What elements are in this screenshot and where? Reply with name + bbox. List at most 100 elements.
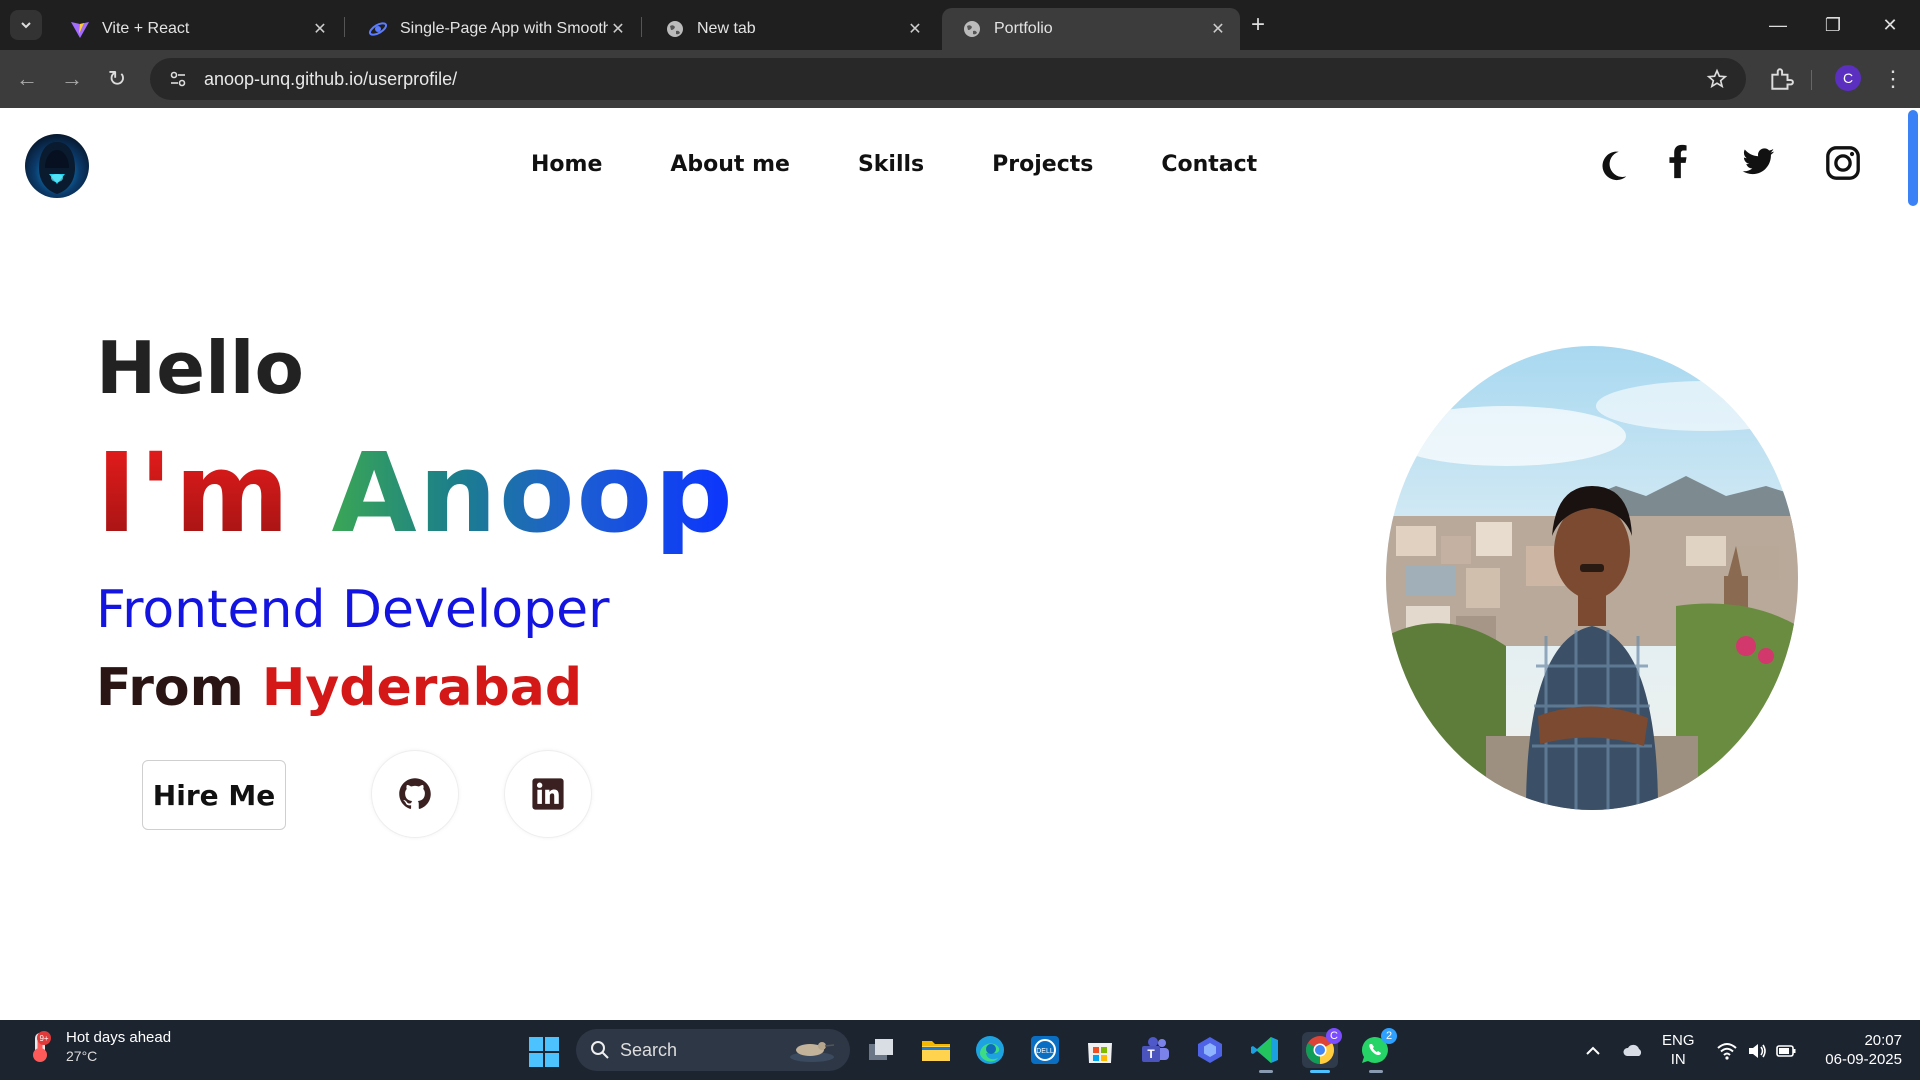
hero-im-text: I'm: [96, 429, 292, 557]
tab-vite-react[interactable]: Vite + React ✕: [50, 8, 342, 50]
whatsapp-badge: 2: [1381, 1028, 1397, 1044]
tab-separator: [641, 17, 642, 37]
tab-search-dropdown[interactable]: [10, 10, 42, 40]
bookmark-star-icon[interactable]: [1706, 68, 1728, 90]
language-indicator[interactable]: ENG IN: [1662, 1031, 1695, 1069]
page-scrollbar[interactable]: [1906, 108, 1920, 1020]
task-view-app[interactable]: [863, 1032, 899, 1068]
globe-icon: [962, 19, 982, 39]
hero-location: From Hyderabad: [96, 658, 582, 718]
nav-contact[interactable]: Contact: [1161, 152, 1257, 177]
tab-title: Portfolio: [994, 20, 1053, 37]
moon-icon[interactable]: [1594, 146, 1632, 184]
site-logo[interactable]: [25, 134, 89, 198]
close-icon[interactable]: ✕: [310, 19, 330, 39]
hero-city: Hyderabad: [261, 658, 583, 718]
vite-icon: [70, 19, 90, 39]
task-view-icon: [869, 1039, 893, 1060]
hire-me-button[interactable]: Hire Me: [142, 760, 286, 830]
search-icon: [591, 1041, 609, 1059]
running-indicator: [1369, 1070, 1383, 1073]
scrollbar-thumb[interactable]: [1908, 110, 1918, 206]
main-nav: Home About me Skills Projects Contact: [531, 152, 1257, 177]
teams-app[interactable]: T: [1137, 1032, 1173, 1068]
clock-time: 20:07: [1864, 1032, 1902, 1049]
restore-button[interactable]: ❐: [1818, 10, 1848, 40]
language-region: IN: [1670, 1051, 1686, 1068]
facebook-icon[interactable]: [1659, 142, 1697, 180]
edge-app[interactable]: [972, 1032, 1008, 1068]
tab-single-page-app[interactable]: Single-Page App with Smooth N ✕: [348, 8, 640, 50]
dell-app[interactable]: DELL: [1027, 1032, 1063, 1068]
minimize-button[interactable]: —: [1763, 10, 1793, 40]
site-info-icon[interactable]: [166, 67, 190, 91]
wifi-icon[interactable]: [1716, 1040, 1738, 1062]
show-hidden-icons-icon[interactable]: [1582, 1040, 1604, 1062]
reload-button[interactable]: ↻: [102, 64, 132, 94]
close-icon[interactable]: ✕: [1208, 19, 1228, 39]
github-link[interactable]: [371, 750, 459, 838]
globe-icon: [665, 19, 685, 39]
chrome-profile-badge: C: [1326, 1028, 1342, 1044]
clock[interactable]: 20:07 06-09-2025: [1812, 1031, 1902, 1069]
chrome-app[interactable]: C: [1302, 1028, 1342, 1073]
tab-portfolio[interactable]: Portfolio ✕: [942, 8, 1240, 50]
extensions-icon[interactable]: [1768, 66, 1794, 92]
active-indicator: [1310, 1070, 1330, 1073]
nav-projects[interactable]: Projects: [992, 152, 1093, 177]
copilot-app[interactable]: [1192, 1032, 1228, 1068]
language-code: ENG: [1662, 1032, 1695, 1049]
browser-toolbar: ← → ↻ anoop-unq.github.io/userprofile/ C…: [0, 50, 1920, 108]
chevron-down-icon: [21, 22, 31, 29]
browser-menu-icon[interactable]: ⋮: [1880, 64, 1906, 94]
whatsapp-app[interactable]: 2: [1357, 1028, 1397, 1073]
new-tab-button[interactable]: +: [1244, 12, 1272, 40]
hero-name-heading: I'm Anoop: [96, 428, 735, 558]
tab-title: New tab: [697, 20, 756, 37]
twitter-icon[interactable]: [1739, 143, 1777, 181]
hero-name: Anoop: [331, 429, 735, 557]
search-label: Search: [620, 1039, 678, 1060]
tab-title: Vite + React: [102, 20, 190, 37]
thermometer-icon: 9+: [33, 1031, 51, 1062]
volume-icon[interactable]: [1746, 1040, 1768, 1062]
taskbar-search[interactable]: Search: [576, 1029, 850, 1071]
folder-icon: [922, 1041, 950, 1061]
nav-about-me[interactable]: About me: [670, 152, 790, 177]
tab-new-tab[interactable]: New tab ✕: [645, 8, 937, 50]
close-icon[interactable]: ✕: [608, 19, 628, 39]
vscode-app[interactable]: [1247, 1032, 1283, 1073]
instagram-icon[interactable]: [1824, 144, 1862, 182]
hexagon-app-icon: [1198, 1037, 1222, 1063]
toolbar-separator: [1811, 70, 1812, 90]
linkedin-link[interactable]: [504, 750, 592, 838]
nav-skills[interactable]: Skills: [858, 152, 924, 177]
back-button[interactable]: ←: [12, 64, 42, 94]
windows-taskbar: 9+ Hot days ahead 27°C Search DELL T C 2…: [0, 1020, 1920, 1080]
weather-temp: 27°C: [66, 1048, 98, 1064]
weather-badge: 9+: [39, 1034, 48, 1043]
svg-text:DELL: DELL: [1036, 1048, 1054, 1055]
profile-avatar[interactable]: C: [1835, 65, 1861, 91]
browser-tab-bar: Vite + React ✕ Single-Page App with Smoo…: [0, 0, 1920, 50]
tab-separator: [344, 17, 345, 37]
nav-home[interactable]: Home: [531, 152, 602, 177]
store-icon: [1088, 1043, 1112, 1063]
hero-role: Frontend Developer: [96, 580, 610, 640]
hero-from-text: From: [96, 658, 244, 718]
dell-icon: DELL: [1031, 1036, 1059, 1064]
app-icon: [368, 19, 388, 39]
forward-button[interactable]: →: [57, 64, 87, 94]
microsoft-store-app[interactable]: [1082, 1032, 1118, 1068]
onedrive-icon[interactable]: [1622, 1040, 1644, 1062]
address-bar[interactable]: anoop-unq.github.io/userprofile/: [150, 58, 1746, 100]
vscode-icon: [1251, 1037, 1278, 1063]
windows-start-icon[interactable]: [528, 1036, 560, 1068]
weather-widget[interactable]: 9+ Hot days ahead 27°C: [22, 1028, 171, 1066]
teams-icon: T: [1142, 1037, 1169, 1062]
close-window-button[interactable]: ✕: [1875, 10, 1905, 40]
file-explorer-app[interactable]: [918, 1032, 954, 1068]
clock-date: 06-09-2025: [1825, 1051, 1902, 1068]
battery-icon[interactable]: [1775, 1040, 1797, 1062]
close-icon[interactable]: ✕: [905, 19, 925, 39]
